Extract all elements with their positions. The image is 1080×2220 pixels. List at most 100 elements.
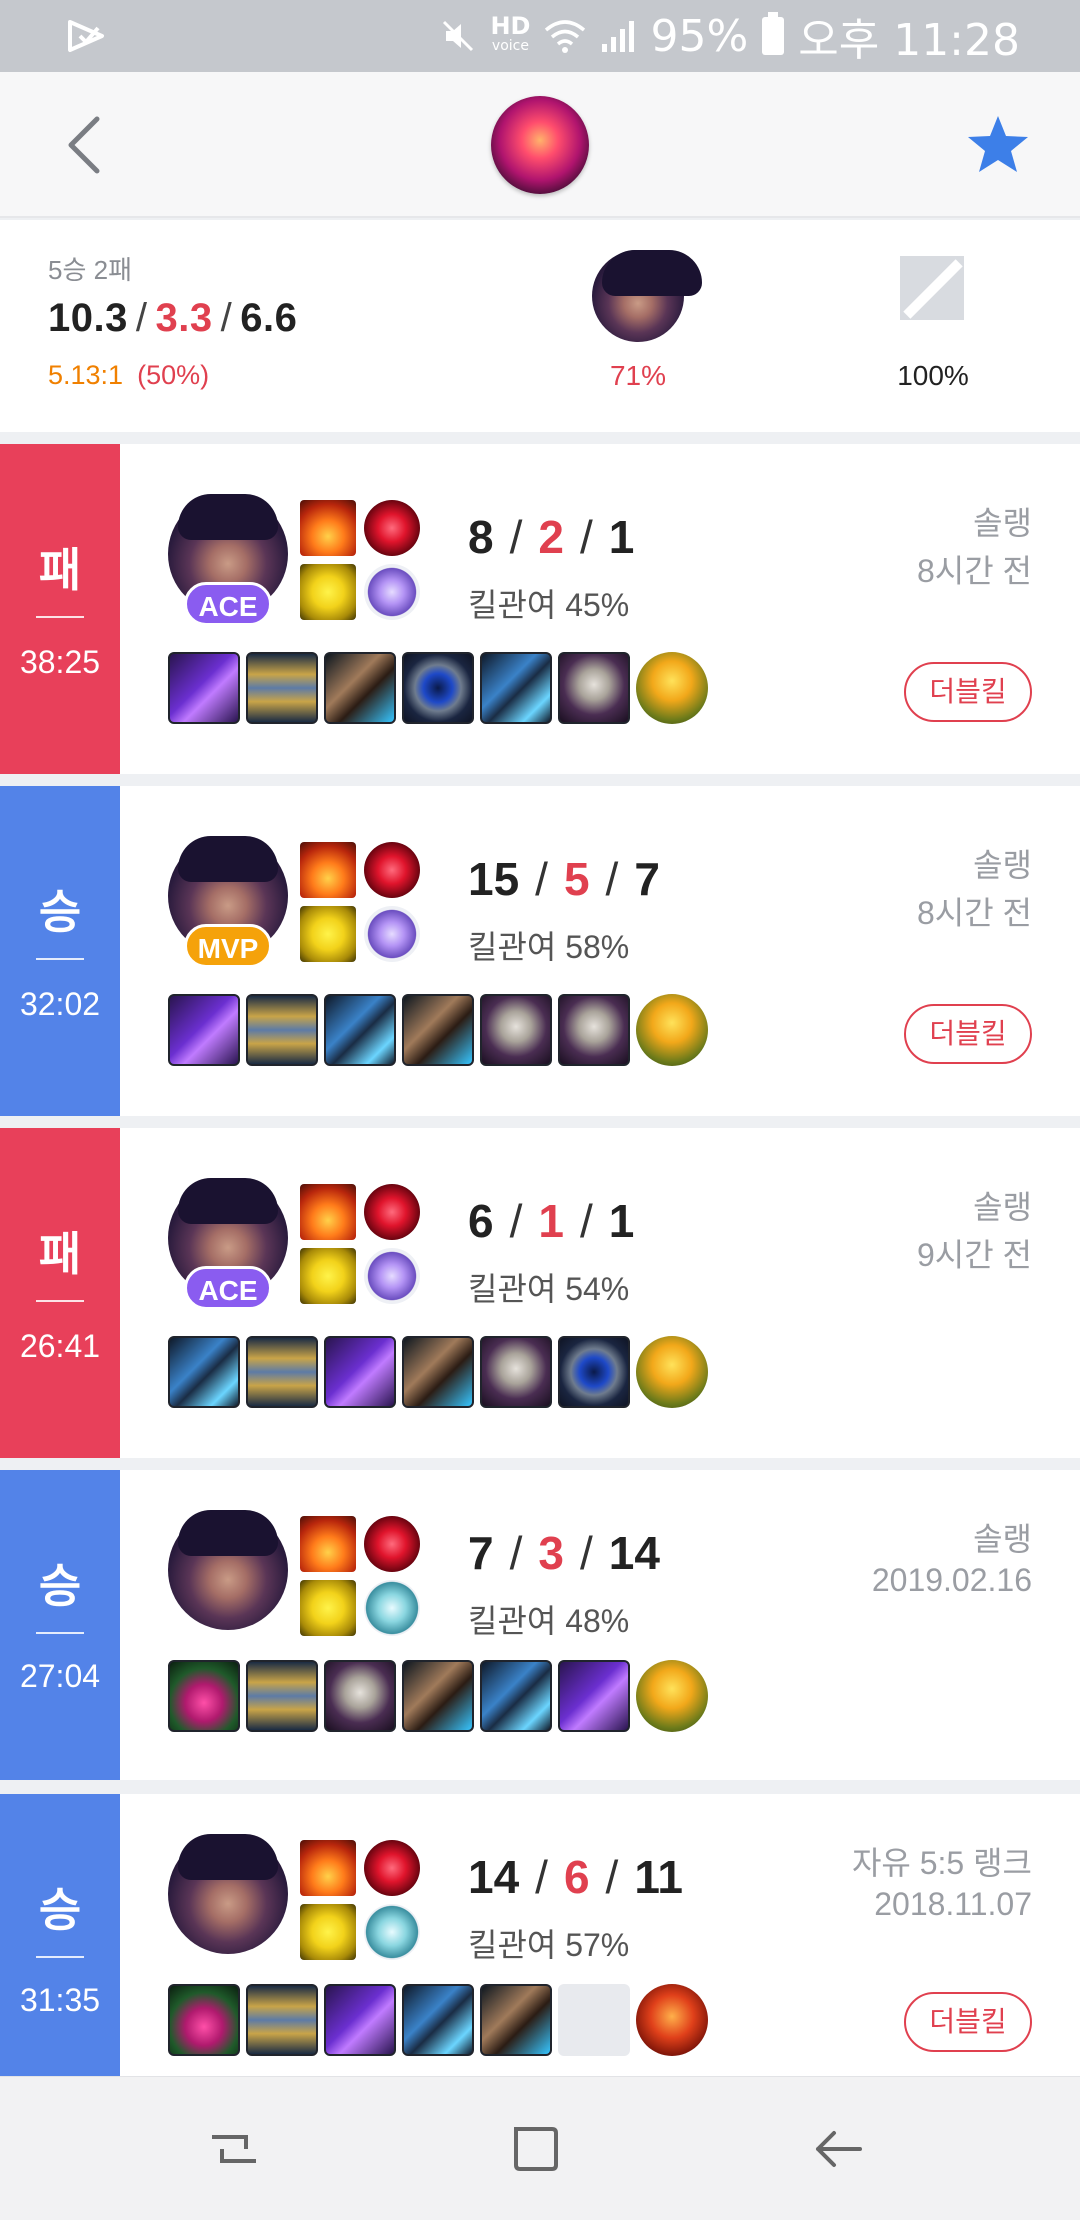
multikill-badge: 더블킬 (904, 662, 1032, 722)
position-rate: 100% (897, 360, 969, 391)
back-arrow-icon (816, 2131, 862, 2167)
match-duration: 32:02 (19, 986, 101, 1022)
boots-item-icon (402, 1336, 474, 1408)
time-ago: 8시간 전 (916, 895, 1032, 931)
back-button[interactable] (48, 107, 118, 183)
kill-participation: 킬관여 45% (468, 587, 630, 623)
flash-spell-icon (300, 906, 356, 962)
result-strip: 승 31:35 (0, 1794, 120, 2076)
ignite-spell-icon (300, 1516, 356, 1572)
home-button[interactable] (500, 2113, 572, 2185)
queue-type: 자유 5:5 랭크 (851, 1845, 1032, 1881)
empty-item-slot (558, 1984, 630, 2056)
time-ago: 9시간 전 (916, 1237, 1032, 1273)
battery-percent: 95% (650, 10, 749, 62)
ignite-spell-icon (300, 500, 356, 556)
system-nav-bar (0, 2076, 1080, 2220)
avg-kill-participation: (50%) (137, 360, 210, 390)
ignite-spell-icon (300, 1840, 356, 1896)
match-kda: 8/2/1 (468, 511, 635, 563)
electrocute-rune-icon (364, 842, 420, 898)
ace-badge: ACE (184, 582, 272, 626)
recent-apps-button[interactable] (198, 2113, 270, 2185)
multikill-badge: 더블킬 (904, 1004, 1032, 1064)
champion-winrate: 71% (609, 360, 667, 391)
avg-deaths: 3.3 (155, 296, 213, 340)
champion-avatar (592, 250, 702, 342)
match-duration: 31:35 (19, 1982, 101, 2018)
champion-portrait (168, 1510, 288, 1630)
avg-kills: 10.3 (48, 296, 128, 340)
hourglass-item-icon (246, 994, 318, 1066)
inspiration-rune-icon (364, 1580, 420, 1636)
home-icon (514, 2127, 558, 2171)
match-kda: 7/3/14 (468, 1527, 660, 1579)
battery-icon (762, 12, 785, 55)
match-card[interactable]: 패 26:41 ACE 6/1/1 킬관여 54% 솔랭 9시간 전 (0, 1128, 1080, 1458)
app-notification-icon (68, 20, 104, 52)
flash-spell-icon (300, 1904, 356, 1960)
match-card[interactable]: 승 32:02 MVP 15/5/7 킬관여 58% 솔랭 8시간 전 더블킬 (0, 786, 1080, 1116)
stats-summary: 5승 2패 10.3/3.3/6.6 5.13:1 (50%) 71% 100% (0, 220, 1080, 432)
match-kda: 6/1/1 (468, 1195, 635, 1247)
favorite-star-icon[interactable] (966, 112, 1030, 176)
dark-potion-item-icon (168, 1660, 240, 1732)
electrocute-rune-icon (364, 1184, 420, 1240)
queue-type: 솔랭 (973, 1189, 1032, 1225)
purple-orb-item-icon (324, 1336, 396, 1408)
inspiration-rune-icon (364, 1904, 420, 1960)
match-duration: 27:04 (19, 1658, 101, 1694)
boots-item-icon (324, 652, 396, 724)
void-blade-item-icon (168, 1336, 240, 1408)
purple-orb-item-icon (168, 652, 240, 724)
result-strip: 패 38:25 (0, 444, 120, 774)
match-duration: 26:41 (19, 1328, 101, 1364)
status-bar: HD voice 95% 오후 11:28 (0, 0, 1080, 72)
match-card[interactable]: 승 31:35 14/6/11 킬관여 57% 자유 5:5 랭크 2018.1… (0, 1794, 1080, 2076)
purple-orb-item-icon (168, 994, 240, 1066)
item-build (168, 652, 708, 724)
result-strip: 승 32:02 (0, 786, 120, 1116)
item-build (168, 1660, 708, 1732)
skull-staff-item-icon (558, 652, 630, 724)
mvp-badge: MVP (184, 924, 272, 968)
match-result: 승 (38, 1560, 82, 1612)
win-loss-record: 5승 2패 (48, 255, 132, 285)
time-ago: 2019.02.16 (871, 1562, 1032, 1598)
flash-spell-icon (300, 1580, 356, 1636)
skull-staff-item-icon (480, 994, 552, 1066)
match-result: 패 (38, 544, 82, 596)
sorcery-rune-icon (364, 1248, 420, 1304)
match-kda: 15/5/7 (468, 853, 660, 905)
item-build (168, 994, 708, 1066)
kda-ratio: 5.13:1 (50%) (48, 360, 210, 390)
kill-participation: 킬관여 58% (468, 929, 630, 965)
back-nav-button[interactable] (802, 2113, 874, 2185)
match-card[interactable]: 승 27:04 7/3/14 킬관여 48% 솔랭 2019.02.16 (0, 1470, 1080, 1780)
queue-type: 솔랭 (973, 505, 1032, 541)
boots-item-icon (480, 1984, 552, 2056)
kill-participation: 킬관여 48% (468, 1603, 630, 1639)
void-blade-item-icon (480, 652, 552, 724)
app-header (0, 72, 1080, 218)
hd-voice-indicator: HD voice (490, 12, 531, 54)
red-trinket-icon (636, 1984, 708, 2056)
kill-participation: 킬관여 54% (468, 1271, 630, 1307)
sorcery-rune-icon (364, 564, 420, 620)
item-build (168, 1336, 708, 1408)
match-card[interactable]: 패 38:25 ACE 8/2/1 킬관여 45% 솔랭 8시간 전 더블킬 (0, 444, 1080, 774)
ring-item-icon (402, 652, 474, 724)
boots-item-icon (402, 994, 474, 1066)
time-ago: 8시간 전 (916, 553, 1032, 589)
mute-icon (443, 20, 474, 52)
recent-apps-icon (212, 2135, 256, 2163)
chevron-left-icon (68, 116, 100, 174)
item-build (168, 1984, 708, 2056)
trinket-icon (636, 1660, 708, 1732)
skull-staff-item-icon (558, 994, 630, 1066)
flash-spell-icon (300, 564, 356, 620)
boots-item-icon (402, 1660, 474, 1732)
signal-icon (602, 21, 635, 52)
hourglass-item-icon (246, 1984, 318, 2056)
ignite-spell-icon (300, 1184, 356, 1240)
